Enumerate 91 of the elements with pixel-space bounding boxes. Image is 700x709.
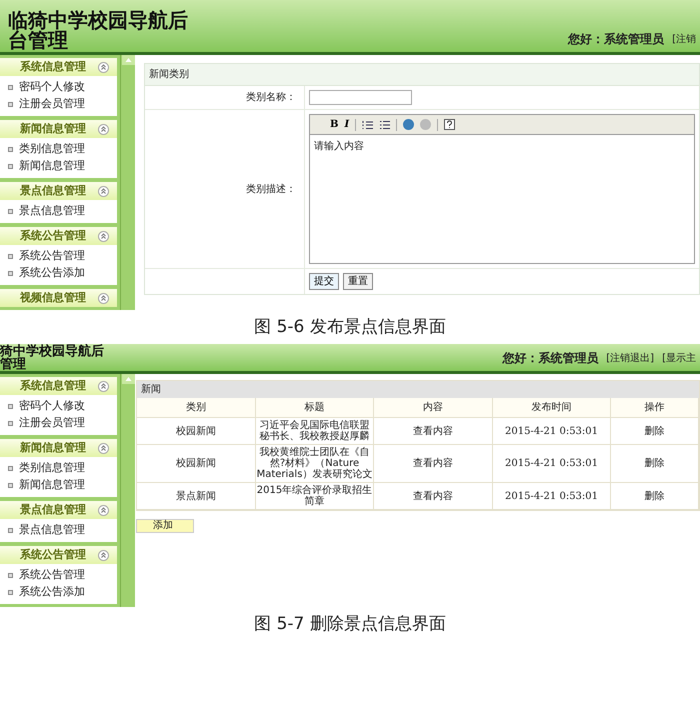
bullet-icon bbox=[8, 528, 13, 533]
column-header: 发布时间 bbox=[493, 398, 611, 417]
menu-group-header[interactable]: 系统公告管理 bbox=[0, 227, 117, 245]
collapse-icon bbox=[98, 442, 109, 454]
table-link[interactable]: 删除 bbox=[644, 490, 664, 502]
table-link[interactable]: 查看内容 bbox=[413, 426, 453, 436]
column-header: 内容 bbox=[374, 398, 493, 417]
table-link[interactable]: 查看内容 bbox=[413, 458, 453, 469]
rich-text-editor[interactable]: B I 请输入内容 bbox=[309, 114, 695, 264]
menu-item[interactable]: 系统公告添加 bbox=[0, 265, 117, 282]
collapse-icon bbox=[98, 380, 109, 392]
table-link[interactable]: 查看内容 bbox=[413, 490, 453, 502]
site-title: 猗中学校园导航后 bbox=[0, 345, 104, 358]
bullet-icon bbox=[8, 404, 13, 409]
bullet-icon bbox=[8, 147, 13, 152]
bullet-icon bbox=[8, 209, 13, 214]
table-cell: 校园新闻 bbox=[176, 458, 216, 469]
table-cell: 我校黄维院士团队在《自然?材料》（Nature Materials）发表研究论文 bbox=[256, 447, 373, 480]
menu-group-header[interactable]: 新闻信息管理 bbox=[0, 439, 117, 457]
table-cell-text: 习近平会见国际电信联盟秘书长、我校教授赵厚麟 bbox=[258, 420, 370, 442]
menu-item[interactable]: 新闻信息管理 bbox=[0, 477, 117, 494]
figure-caption: 图 5-7 删除景点信息界面 bbox=[254, 613, 446, 635]
menu-group-header[interactable]: 系统信息管理 bbox=[0, 377, 117, 395]
menu-group-header[interactable]: 景点信息管理 bbox=[0, 182, 117, 200]
table-link[interactable]: 删除 bbox=[644, 426, 664, 436]
collapse-icon bbox=[98, 186, 109, 196]
menu-group-header[interactable]: 新闻信息管理 bbox=[0, 120, 117, 138]
bullet-icon bbox=[8, 421, 13, 426]
site-title: 临猗中学校园导航后 bbox=[8, 10, 188, 30]
table-cell: 2015年综合评价录取招生简章 bbox=[256, 485, 373, 507]
format-button[interactable]: B bbox=[330, 117, 338, 132]
greeting-text: 您好：系统管理员 bbox=[568, 31, 664, 48]
site-title: 台管理 bbox=[8, 30, 68, 50]
menu-group-header[interactable]: 景点信息管理 bbox=[0, 501, 117, 519]
bullet-icon bbox=[8, 102, 13, 107]
help-icon[interactable] bbox=[444, 119, 456, 130]
section-title: 新闻 bbox=[137, 381, 699, 398]
menu-item[interactable]: 新闻信息管理 bbox=[0, 158, 117, 175]
menu-group-header[interactable]: 系统公告管理 bbox=[0, 546, 117, 564]
field-label: 类别名称： bbox=[246, 90, 296, 105]
bullet-icon bbox=[8, 164, 13, 169]
table-link[interactable]: 删除 bbox=[644, 458, 664, 469]
menu-item[interactable]: 类别信息管理 bbox=[0, 460, 117, 477]
menu-item[interactable]: 系统公告添加 bbox=[0, 584, 117, 601]
table-cell: 2015-4-21 0:53:01 bbox=[504, 426, 598, 436]
section-title: 新闻类别 bbox=[145, 64, 699, 86]
bullet-icon bbox=[8, 271, 13, 276]
header-link[interactable]: [注销退出] bbox=[606, 350, 654, 366]
menu-item[interactable]: 系统公告管理 bbox=[0, 248, 117, 265]
bullet-icon bbox=[8, 590, 13, 595]
editor-content: 请输入内容 bbox=[313, 140, 365, 154]
menu-item[interactable]: 注册会员管理 bbox=[0, 415, 117, 432]
menu-item[interactable]: 系统公告管理 bbox=[0, 567, 117, 584]
greeting-text: 您好：系统管理员 bbox=[502, 350, 598, 367]
format-button[interactable]: I bbox=[344, 117, 350, 132]
bullet-icon bbox=[8, 85, 13, 90]
collapse-icon bbox=[98, 230, 109, 242]
table-cell: 校园新闻 bbox=[176, 426, 216, 436]
figure-caption: 图 5-6 发布景点信息界面 bbox=[254, 316, 446, 338]
menu-item[interactable]: 注册会员管理 bbox=[0, 96, 117, 113]
menu-group-header[interactable]: 视频信息管理 bbox=[0, 289, 117, 307]
bullet-icon bbox=[8, 573, 13, 578]
site-title: 管理 bbox=[0, 358, 27, 371]
table-cell: 2015-4-21 0:53:01 bbox=[504, 458, 598, 469]
column-header: 操作 bbox=[611, 398, 699, 417]
scroll-up-icon bbox=[122, 55, 134, 65]
form-button[interactable]: 重置 bbox=[343, 273, 373, 290]
menu-item[interactable]: 密码个人修改 bbox=[0, 79, 117, 96]
table-cell: 2015-4-21 0:53:01 bbox=[504, 490, 598, 502]
form-button[interactable]: 提交 bbox=[309, 273, 339, 290]
header-link[interactable]: [显示主 bbox=[662, 350, 696, 366]
field-label: 类别描述： bbox=[246, 182, 296, 196]
menu-item[interactable]: 密码个人修改 bbox=[0, 398, 117, 415]
table-cell: 景点新闻 bbox=[176, 490, 216, 502]
menu-item[interactable]: 类别信息管理 bbox=[0, 141, 117, 158]
collapse-icon bbox=[98, 124, 109, 134]
add-button[interactable]: 添加 bbox=[136, 519, 194, 533]
menu-group-header[interactable]: 系统信息管理 bbox=[0, 58, 117, 76]
header-link[interactable]: [注销 bbox=[672, 32, 696, 46]
collapse-icon bbox=[98, 504, 109, 516]
collapse-icon bbox=[98, 292, 109, 304]
bullet-list-icon[interactable] bbox=[379, 120, 390, 130]
numbered-list-icon[interactable] bbox=[362, 120, 374, 130]
bullet-icon bbox=[8, 254, 13, 259]
collapse-icon bbox=[98, 550, 109, 560]
text-input[interactable] bbox=[309, 90, 412, 105]
column-header: 类别 bbox=[137, 398, 256, 417]
bullet-icon bbox=[8, 483, 13, 488]
bullet-icon bbox=[8, 466, 13, 471]
collapse-icon bbox=[98, 62, 109, 72]
column-header: 标题 bbox=[256, 398, 374, 417]
